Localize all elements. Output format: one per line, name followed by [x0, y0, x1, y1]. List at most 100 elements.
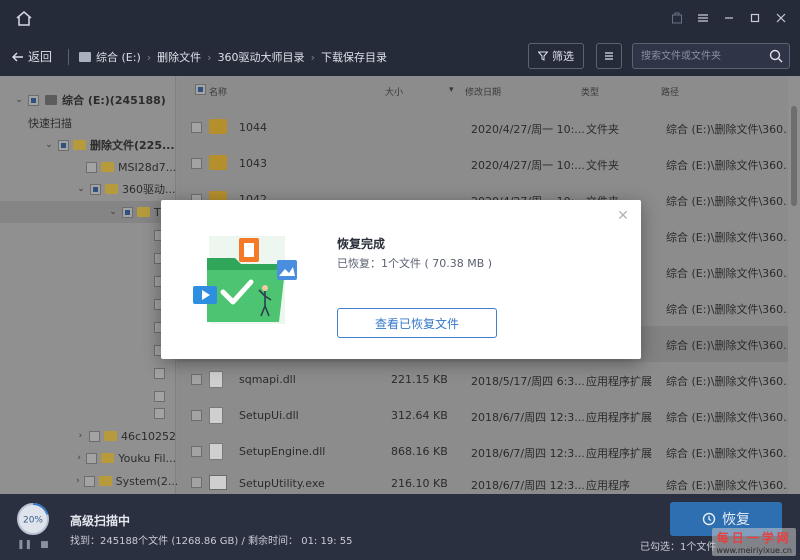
row-checkbox[interactable] [191, 158, 202, 169]
chevron-down-icon[interactable]: ⌄ [76, 184, 86, 194]
tree-item-folder-selected[interactable]: ⌄ T [0, 201, 176, 223]
checkbox[interactable] [58, 139, 69, 151]
tree-item-child[interactable] [0, 362, 176, 384]
column-header-type[interactable]: 类型 [581, 85, 599, 98]
tree-item-label: 删除文件(225... [90, 139, 175, 152]
folder-icon [73, 140, 86, 150]
folder-icon [105, 184, 118, 194]
select-all-checkbox[interactable] [195, 84, 206, 95]
selected-count: 已勾选：1个文件 [640, 542, 717, 553]
tree-item-child[interactable] [0, 247, 176, 269]
tree-item-folder[interactable]: › System(2... [0, 470, 178, 492]
table-row[interactable]: 1044 2020/4/27/周一 10:... 文件夹 综合 (E:)\删除文… [177, 110, 794, 146]
row-checkbox[interactable] [191, 477, 202, 488]
breadcrumb-item[interactable]: 下载保存目录 [321, 49, 387, 65]
breadcrumb-item[interactable]: 删除文件 [157, 49, 201, 65]
checkbox[interactable] [154, 367, 165, 379]
checkbox[interactable] [154, 407, 165, 419]
tree-item-child[interactable] [0, 293, 176, 315]
checkbox[interactable] [83, 475, 95, 487]
chevron-down-icon[interactable]: ⌄ [14, 95, 24, 105]
file-path: 综合 (E:)\删除文件\360... [666, 375, 794, 388]
scan-status-detail: 找到：245188个文件 (1268.86 GB) / 剩余时间： 01: 19… [70, 536, 353, 547]
row-checkbox[interactable] [191, 122, 202, 133]
row-checkbox[interactable] [191, 374, 202, 385]
stop-icon[interactable]: ■ [40, 540, 49, 550]
file-path: 综合 (E:)\删除文件\360... [666, 339, 794, 352]
settings-icon[interactable] [694, 9, 712, 27]
breadcrumb-item[interactable]: 360驱动大师目录 [218, 49, 305, 65]
minimize-icon[interactable] [720, 9, 738, 27]
table-row[interactable]: SetupUi.dll 312.64 KB 2018/6/7/周四 12:3..… [177, 398, 794, 434]
tree-item-drive[interactable]: ⌄ 综合 (E:)(245188) [0, 89, 176, 111]
checkbox[interactable] [86, 452, 98, 464]
checkbox[interactable] [28, 94, 39, 106]
drive-icon [79, 52, 91, 62]
maximize-icon[interactable] [746, 9, 764, 27]
scan-progress-ring: 20% [16, 502, 50, 536]
close-icon[interactable] [772, 9, 790, 27]
checkbox[interactable] [90, 183, 101, 195]
tree-item-folder[interactable]: ⌄ 360驱动... [0, 178, 176, 200]
tree-item-deleted-files[interactable]: ⌄ 删除文件(225... [0, 134, 176, 156]
tree-item-child[interactable] [0, 402, 176, 424]
checkbox[interactable] [86, 161, 97, 173]
search-icon[interactable] [769, 49, 783, 63]
chevron-right-icon[interactable]: › [76, 431, 85, 441]
chevron-down-icon[interactable]: ⌄ [44, 140, 54, 150]
column-header-size[interactable]: 大小 [385, 85, 403, 98]
tree-item-folder[interactable]: › Youku Fil... [0, 447, 176, 469]
view-list-button[interactable] [596, 43, 622, 69]
status-bar: 20% ❚❚ ■ 高级扫描中 找到：245188个文件 (1268.86 GB)… [0, 494, 800, 560]
search-input[interactable] [641, 44, 761, 68]
file-path: 综合 (E:)\删除文件\360... [666, 411, 794, 424]
exe-file-icon [209, 475, 227, 490]
file-name: 1043 [239, 157, 267, 170]
tree-item-child[interactable] [0, 339, 176, 361]
watermark: 每日一学网 www.meiriyixue.cn [712, 528, 796, 556]
tree-item-child[interactable] [0, 224, 176, 246]
sort-desc-icon[interactable]: ▾ [449, 85, 454, 95]
chevron-right-icon[interactable]: › [76, 453, 82, 463]
home-icon[interactable] [14, 9, 34, 29]
table-row[interactable]: SetupEngine.dll 868.16 KB 2018/6/7/周四 12… [177, 434, 794, 470]
tree-item-label: T [154, 205, 161, 219]
pause-icon[interactable]: ❚❚ [17, 540, 32, 550]
row-checkbox[interactable] [191, 446, 202, 457]
checkbox[interactable] [88, 430, 100, 442]
breadcrumb: 综合 (E:) › 删除文件 › 360驱动大师目录 › 下载保存目录 [68, 49, 387, 65]
breadcrumb-separator-icon: › [146, 50, 152, 64]
chevron-right-icon[interactable]: › [76, 476, 80, 486]
file-type: 文件夹 [586, 159, 619, 172]
breadcrumb-item[interactable]: 综合 (E:) [96, 49, 141, 65]
title-bar [0, 0, 800, 38]
chevron-down-icon[interactable]: ⌄ [108, 207, 118, 217]
dll-file-icon [209, 371, 223, 388]
breadcrumb-separator-icon: › [207, 50, 212, 64]
view-recovered-files-button[interactable]: 查看已恢复文件 [337, 308, 497, 338]
row-checkbox[interactable] [191, 410, 202, 421]
table-row[interactable]: sqmapi.dll 221.15 KB 2018/5/17/周四 6:3...… [177, 362, 794, 398]
scrollbar[interactable] [788, 76, 800, 494]
scrollbar-thumb[interactable] [791, 106, 797, 206]
tree-item-folder[interactable]: › 46c10252 [0, 425, 176, 447]
file-path: 综合 (E:)\删除文件\360... [666, 267, 794, 280]
checkbox[interactable] [122, 206, 133, 218]
back-button[interactable]: 返回 [12, 48, 52, 65]
skin-icon[interactable] [668, 9, 686, 27]
table-row[interactable]: SetupUtility.exe 216.10 KB 2018/6/7/周四 1… [177, 470, 794, 494]
column-header-name[interactable]: 名称 [209, 85, 227, 98]
tree-item-child[interactable] [0, 316, 176, 338]
tree-item-quick-scan[interactable]: 快速扫描 [0, 112, 176, 134]
tree-item-folder[interactable]: MSI28d7... [0, 156, 176, 178]
dll-file-icon [209, 407, 223, 424]
filter-button[interactable]: 筛选 [528, 43, 584, 69]
divider [68, 49, 69, 65]
table-row[interactable]: 1043 2020/4/27/周一 10:... 文件夹 综合 (E:)\删除文… [177, 146, 794, 182]
tree-item-child[interactable] [0, 270, 176, 292]
close-icon[interactable]: ✕ [615, 208, 631, 224]
checkbox[interactable] [154, 390, 165, 402]
tree-item-label: 46c10252 [120, 429, 176, 443]
column-header-date[interactable]: 修改日期 [465, 85, 501, 98]
column-header-path[interactable]: 路径 [661, 85, 679, 98]
